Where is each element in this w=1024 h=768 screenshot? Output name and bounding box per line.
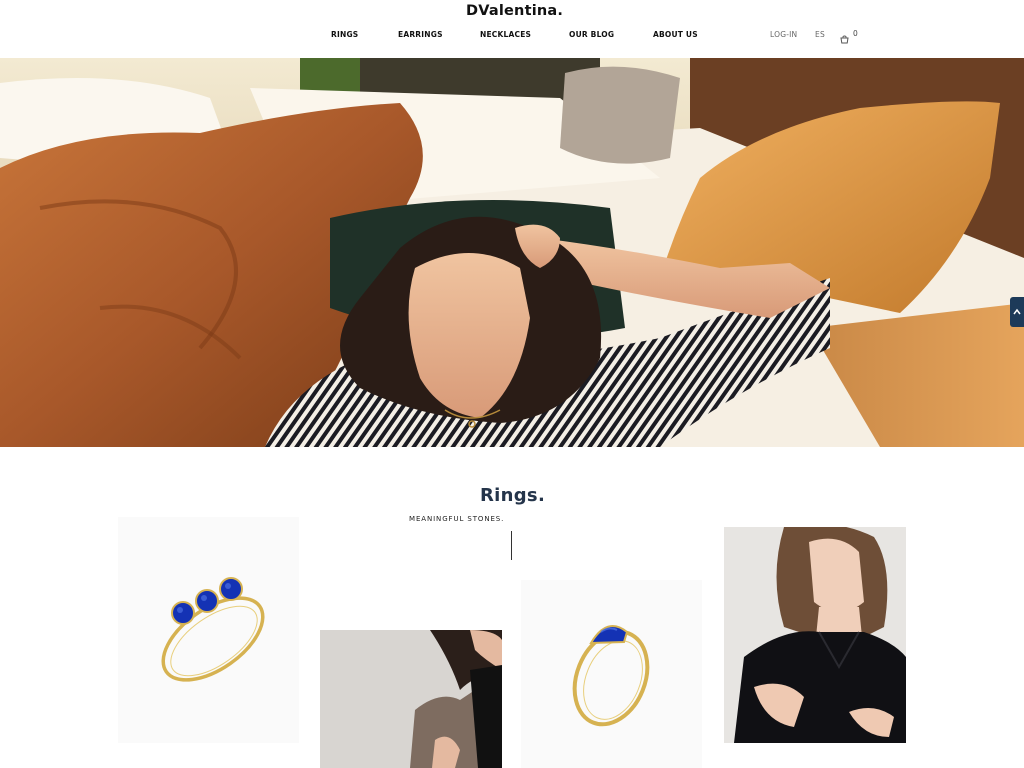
product-card-model-blazer[interactable]: [724, 527, 906, 743]
hero-banner: [0, 58, 1024, 447]
chevron-up-icon: [1013, 308, 1021, 315]
nav-necklaces[interactable]: NECKLACES: [480, 30, 531, 39]
section-subtitle: MEANINGFUL STONES.: [409, 515, 505, 523]
cart-button[interactable]: 0: [840, 29, 858, 44]
hero-photo: [0, 58, 1024, 447]
scroll-top-button[interactable]: [1010, 297, 1024, 327]
site-header: DValentina. RINGS EARRINGS NECKLACES OUR…: [0, 0, 1024, 58]
nav-about-us[interactable]: ABOUT US: [653, 30, 698, 39]
section-divider: [511, 531, 512, 560]
nav-earrings[interactable]: EARRINGS: [398, 30, 443, 39]
main-nav: RINGS EARRINGS NECKLACES OUR BLOG ABOUT …: [0, 30, 1024, 42]
cart-icon: [840, 29, 849, 44]
product-card-ring-three-stones[interactable]: [118, 517, 299, 743]
brand-logo[interactable]: DValentina.: [466, 3, 563, 19]
nav-our-blog[interactable]: OUR BLOG: [569, 30, 614, 39]
cart-count: 0: [853, 29, 858, 38]
model-photo-image: [320, 630, 502, 768]
section-title: Rings.: [480, 485, 546, 506]
product-card-ring-half-moon[interactable]: [521, 580, 702, 768]
product-card-model-coat[interactable]: [320, 630, 502, 768]
ring-half-moon-image: [521, 580, 702, 768]
login-link[interactable]: LOG-IN: [770, 30, 797, 39]
nav-rings[interactable]: RINGS: [331, 30, 358, 39]
model-blazer-image: [724, 527, 906, 743]
ring-three-stones-image: [118, 517, 299, 743]
language-switch[interactable]: ES: [815, 30, 825, 39]
